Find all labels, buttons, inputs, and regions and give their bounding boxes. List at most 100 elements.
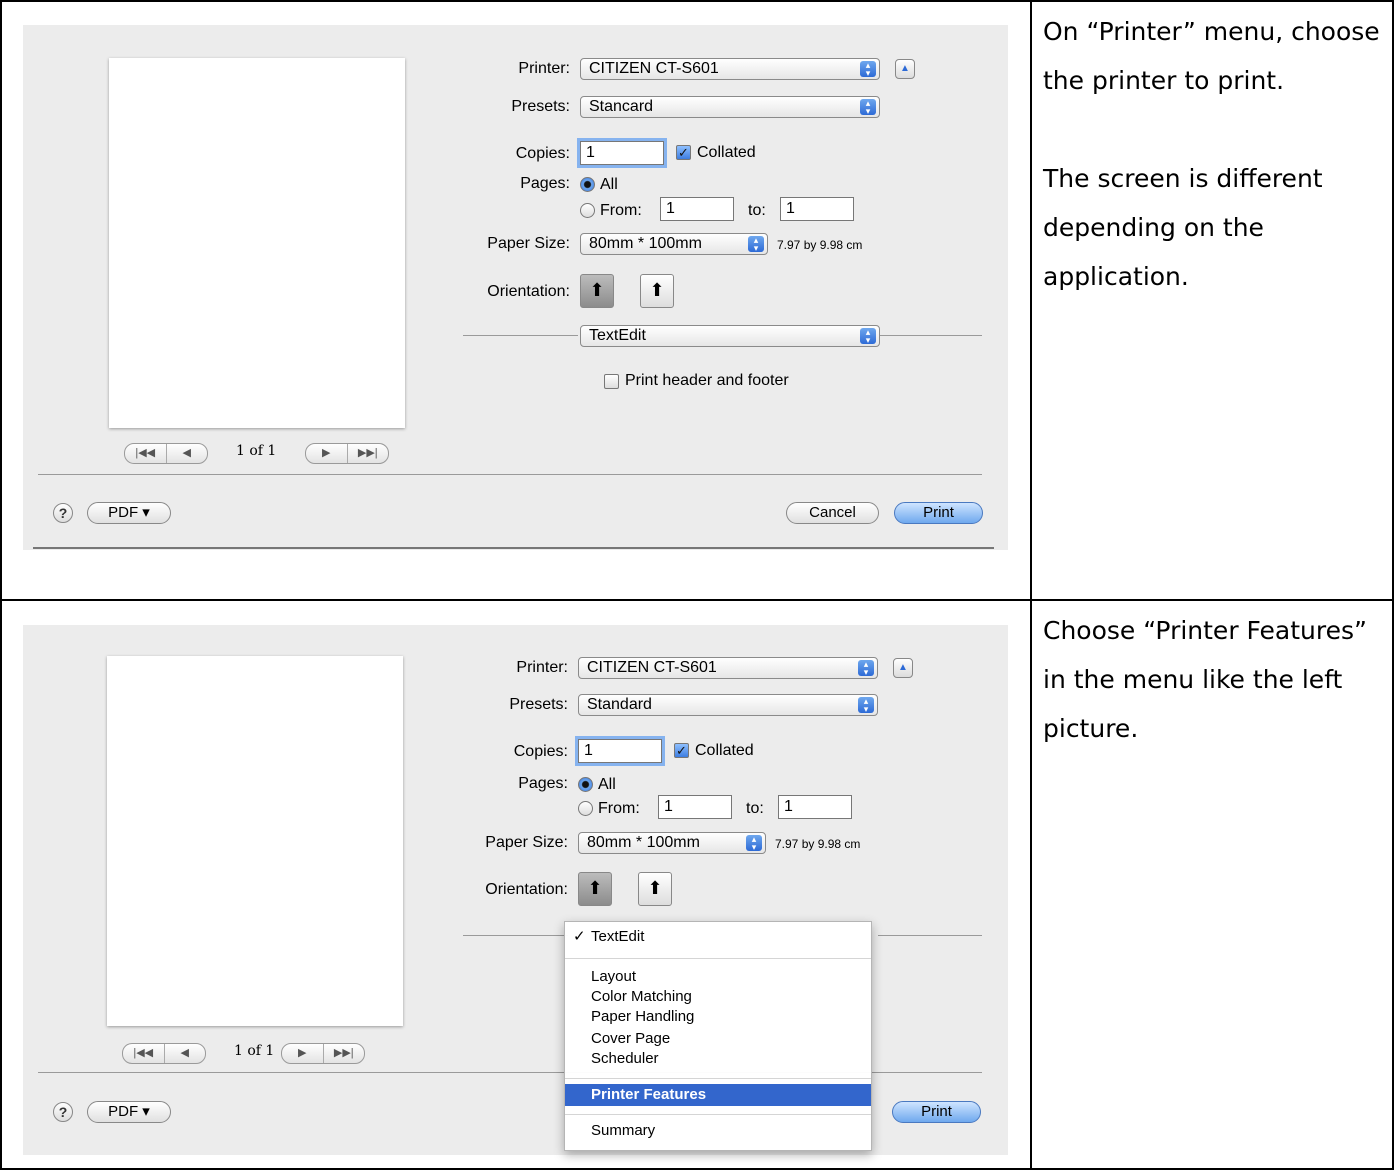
- portrait-orientation-icon[interactable]: ⬆︎: [578, 872, 612, 906]
- presets-popup[interactable]: Stancard ▴ ▾: [580, 96, 880, 118]
- panel-popup-menu: ✓ TextEdit Layout Color Matching Paper H…: [564, 921, 872, 1151]
- portrait-orientation-icon[interactable]: ⬆︎: [580, 274, 614, 308]
- step1-text-1: On “Printer” menu, choose the printer to…: [1043, 17, 1380, 95]
- checkmark-icon: ✓: [573, 928, 586, 945]
- orientation-label: Orientation:: [485, 881, 568, 898]
- from-field[interactable]: 1: [658, 795, 732, 819]
- next-page-icon[interactable]: ▶: [306, 444, 347, 463]
- popup-arrows-icon: ▴ ▾: [858, 660, 874, 677]
- menu-item-layout[interactable]: Layout: [565, 967, 871, 987]
- copies-field[interactable]: 1: [580, 141, 664, 165]
- popup-arrows-icon: ▴ ▾: [746, 835, 762, 852]
- from-label: From:: [600, 202, 642, 219]
- print-dialog-step1: |◀◀ ◀ 1 of 1 ▶ ▶▶| Printer: CITIZEN CT-S…: [23, 25, 1008, 550]
- menu-item-label: Printer Features: [591, 1086, 707, 1103]
- popup-arrows-icon: ▴ ▾: [858, 697, 874, 714]
- next-page-icon[interactable]: ▶: [282, 1044, 323, 1063]
- landscape-orientation-icon[interactable]: ⬆︎: [640, 274, 674, 308]
- pages-label: Pages:: [520, 175, 570, 192]
- step2-instructions: Choose “Printer Features” in the menu li…: [1043, 606, 1388, 753]
- dialog-bottom-edge: [33, 547, 994, 549]
- paper-dimensions: 7.97 by 9.98 cm: [775, 837, 861, 851]
- popup-arrows-icon: ▴ ▾: [860, 61, 876, 78]
- menu-item-scheduler[interactable]: Scheduler: [565, 1049, 871, 1069]
- first-page-icon[interactable]: |◀◀: [125, 444, 166, 463]
- presets-label: Presets:: [509, 696, 568, 713]
- step2-text-1: Choose “Printer Features” in the menu li…: [1043, 616, 1367, 743]
- paper-size-value: 80mm * 100mm: [587, 834, 700, 851]
- step1-text-2: The screen is different depending on the…: [1043, 164, 1323, 291]
- app-panel-popup[interactable]: TextEdit ▴ ▾: [580, 325, 880, 347]
- step1-instructions: On “Printer” menu, choose the printer to…: [1043, 7, 1388, 301]
- page-nav-back[interactable]: |◀◀ ◀: [124, 443, 208, 464]
- copies-label: Copies:: [513, 743, 568, 760]
- all-pages-radio[interactable]: [578, 777, 593, 792]
- copies-label: Copies:: [515, 145, 570, 162]
- paper-size-popup[interactable]: 80mm * 100mm ▴ ▾: [578, 832, 766, 854]
- popup-arrows-icon: ▴ ▾: [748, 236, 764, 253]
- menu-item-textedit[interactable]: ✓ TextEdit: [565, 926, 871, 948]
- help-icon[interactable]: ?: [53, 503, 73, 523]
- disclosure-triangle-icon[interactable]: ▲: [893, 658, 913, 678]
- page-nav-forward[interactable]: ▶ ▶▶|: [281, 1043, 365, 1064]
- separator-left: [463, 335, 578, 336]
- cancel-button[interactable]: Cancel: [786, 502, 879, 524]
- previous-page-icon[interactable]: ◀: [165, 444, 208, 463]
- table-row-divider: [0, 599, 1394, 601]
- table-border-top: [0, 0, 1394, 2]
- page-range-radio[interactable]: [580, 203, 595, 218]
- separator-left: [463, 935, 568, 936]
- menu-separator: [565, 958, 871, 959]
- page-range-radio[interactable]: [578, 801, 593, 816]
- menu-item-color-matching[interactable]: Color Matching: [565, 987, 871, 1007]
- printer-popup[interactable]: CITIZEN CT-S601 ▴ ▾: [580, 58, 880, 80]
- copies-field[interactable]: 1: [578, 739, 662, 763]
- table-column-divider: [1030, 0, 1032, 1170]
- from-field[interactable]: 1: [660, 197, 734, 221]
- printer-popup[interactable]: CITIZEN CT-S601 ▴ ▾: [578, 657, 878, 679]
- collated-label: Collated: [697, 144, 756, 161]
- collated-checkbox[interactable]: ✓: [676, 145, 691, 160]
- menu-item-printer-features[interactable]: Printer Features: [565, 1084, 871, 1106]
- help-icon[interactable]: ?: [53, 1102, 73, 1122]
- table-border-bottom: [0, 1168, 1394, 1170]
- popup-arrows-icon: ▴ ▾: [860, 328, 876, 345]
- menu-item-cover-page[interactable]: Cover Page: [565, 1029, 871, 1049]
- printer-value: CITIZEN CT-S601: [589, 60, 719, 77]
- pdf-button[interactable]: PDF ▾: [87, 502, 171, 524]
- pages-label: Pages:: [518, 775, 568, 792]
- menu-item-label: Paper Handling: [591, 1008, 695, 1025]
- last-page-icon[interactable]: ▶▶|: [346, 444, 389, 463]
- menu-item-label: TextEdit: [591, 928, 645, 945]
- pdf-button[interactable]: PDF ▾: [87, 1101, 171, 1123]
- landscape-orientation-icon[interactable]: ⬆︎: [638, 872, 672, 906]
- menu-item-label: Summary: [591, 1122, 656, 1139]
- first-page-icon[interactable]: |◀◀: [123, 1044, 164, 1063]
- print-button[interactable]: Print: [894, 502, 983, 524]
- to-label: to:: [746, 800, 764, 817]
- menu-item-label: Color Matching: [591, 988, 692, 1005]
- to-label: to:: [748, 202, 766, 219]
- menu-separator: [565, 1114, 871, 1115]
- page-nav-forward[interactable]: ▶ ▶▶|: [305, 443, 389, 464]
- header-footer-checkbox[interactable]: [604, 374, 619, 389]
- print-button[interactable]: Print: [892, 1101, 981, 1123]
- menu-item-label: Layout: [591, 968, 637, 985]
- paper-size-label: Paper Size:: [487, 235, 570, 252]
- to-field[interactable]: 1: [780, 197, 854, 221]
- presets-popup[interactable]: Standard ▴ ▾: [578, 694, 878, 716]
- disclosure-triangle-icon[interactable]: ▲: [895, 59, 915, 79]
- paper-size-popup[interactable]: 80mm * 100mm ▴ ▾: [580, 233, 768, 255]
- last-page-icon[interactable]: ▶▶|: [322, 1044, 365, 1063]
- previous-page-icon[interactable]: ◀: [163, 1044, 206, 1063]
- page-preview: [109, 58, 405, 428]
- printer-label: Printer:: [516, 659, 568, 676]
- from-label: From:: [598, 800, 640, 817]
- menu-item-summary[interactable]: Summary: [565, 1120, 871, 1142]
- collated-checkbox[interactable]: ✓: [674, 743, 689, 758]
- menu-item-paper-handling[interactable]: Paper Handling: [565, 1007, 871, 1027]
- to-field[interactable]: 1: [778, 795, 852, 819]
- presets-label: Presets:: [511, 98, 570, 115]
- all-pages-radio[interactable]: [580, 177, 595, 192]
- page-nav-back[interactable]: |◀◀ ◀: [122, 1043, 206, 1064]
